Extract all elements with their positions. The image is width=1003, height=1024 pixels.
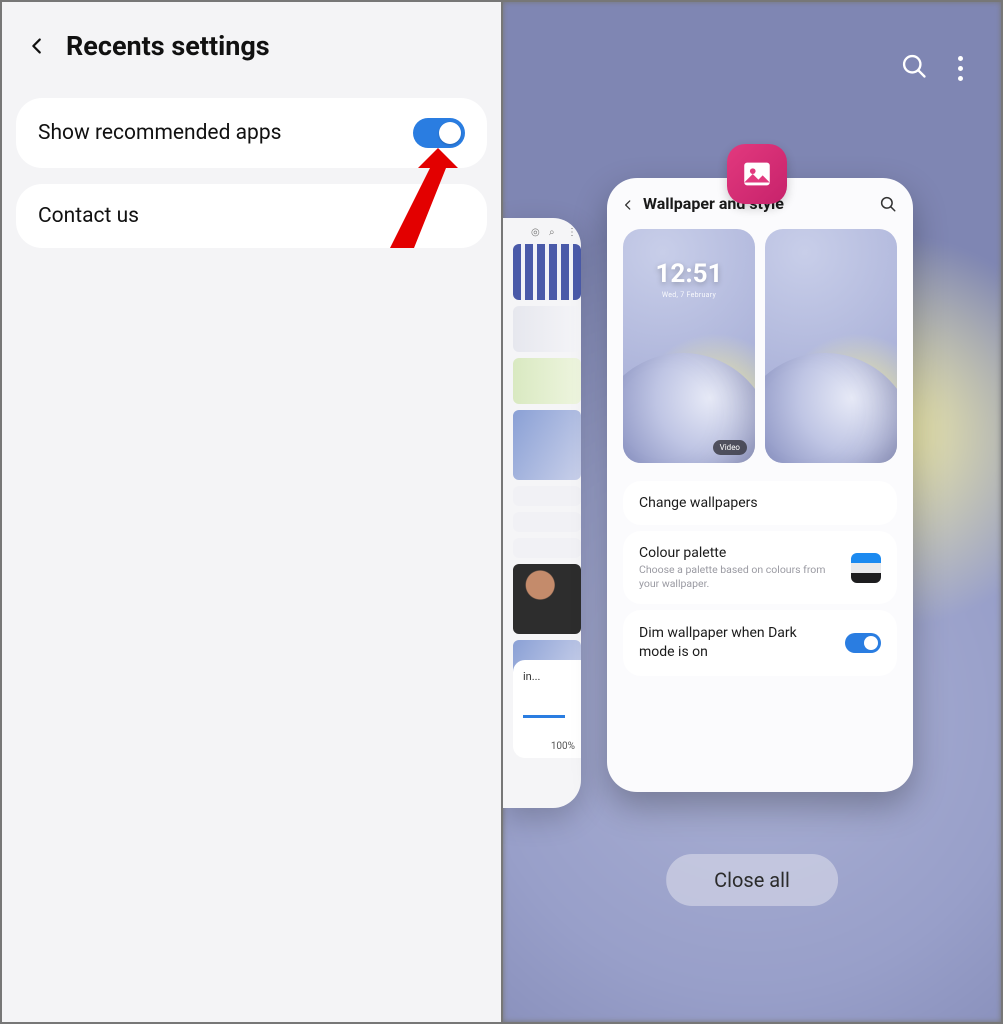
toggle-knob: [439, 122, 461, 144]
date-text: Wed, 7 February: [662, 291, 716, 299]
recents-settings-header: Recents settings: [2, 2, 501, 98]
close-all-button[interactable]: Close all: [666, 854, 838, 906]
contact-us-row[interactable]: Contact us: [16, 184, 487, 248]
recents-settings-screen: Recents settings Show recommended apps C…: [2, 2, 501, 1022]
search-icon[interactable]: [900, 52, 928, 84]
back-icon[interactable]: [621, 197, 635, 211]
back-icon[interactable]: [26, 35, 48, 57]
progress-percent: 100%: [551, 741, 575, 752]
thumbnail-stub: [513, 244, 581, 300]
recents-card-previous[interactable]: ◎ ⌕ ⋮ in... 100%: [503, 218, 581, 808]
search-icon[interactable]: [879, 195, 897, 213]
homescreen-wallpaper-preview[interactable]: [765, 229, 897, 463]
setting-label: Contact us: [38, 204, 139, 228]
recents-top-actions: [900, 52, 963, 84]
video-badge: Video: [713, 440, 747, 455]
thumbnail-stub: [513, 358, 581, 404]
recents-app-icon-gallery[interactable]: [727, 144, 787, 204]
clock-text: 12:51: [656, 259, 723, 289]
download-progress-card: in... 100%: [513, 660, 581, 758]
thumbnail-stub: [513, 410, 581, 480]
colour-palette-row[interactable]: Colour palette Choose a palette based on…: [623, 531, 897, 604]
option-title: Colour palette: [639, 545, 841, 561]
progress-bar: [523, 715, 565, 718]
thumbnail-stub: [513, 486, 581, 506]
download-label: in...: [523, 670, 575, 683]
more-icon: ⋮: [567, 228, 577, 238]
change-wallpapers-row[interactable]: Change wallpapers: [623, 481, 897, 525]
lens-icon: ◎: [531, 228, 541, 238]
setting-label: Show recommended apps: [38, 121, 281, 145]
gallery-icon: [740, 157, 774, 191]
thumbnail-stub: [513, 306, 581, 352]
search-icon: ⌕: [549, 228, 559, 238]
show-recommended-apps-toggle[interactable]: [413, 118, 465, 148]
option-title: Dim wallpaper when Dark mode is on: [639, 624, 835, 662]
more-options-icon[interactable]: [958, 56, 963, 81]
thumbnail-stub: [513, 512, 581, 532]
recents-card-wallpaper-style[interactable]: Wallpaper and style 12:51 Wed, 7 Februar…: [607, 178, 913, 792]
dim-wallpaper-row[interactable]: Dim wallpaper when Dark mode is on: [623, 610, 897, 676]
wallpaper-previews: 12:51 Wed, 7 February Video: [607, 221, 913, 475]
recents-screen: ◎ ⌕ ⋮ in... 100% Wallpaper and style: [503, 2, 1001, 1022]
palette-swatch-icon: [851, 553, 881, 583]
show-recommended-apps-row[interactable]: Show recommended apps: [16, 98, 487, 168]
thumbnail-stub: [513, 538, 581, 558]
lockscreen-wallpaper-preview[interactable]: 12:51 Wed, 7 February Video: [623, 229, 755, 463]
page-title: Recents settings: [66, 30, 270, 62]
option-title: Change wallpapers: [639, 495, 881, 511]
close-all-label: Close all: [714, 868, 790, 892]
dim-wallpaper-toggle[interactable]: [845, 633, 881, 653]
option-subtitle: Choose a palette based on colours from y…: [639, 563, 841, 590]
toggle-knob: [864, 636, 878, 650]
thumbnail-stub: [513, 564, 581, 634]
